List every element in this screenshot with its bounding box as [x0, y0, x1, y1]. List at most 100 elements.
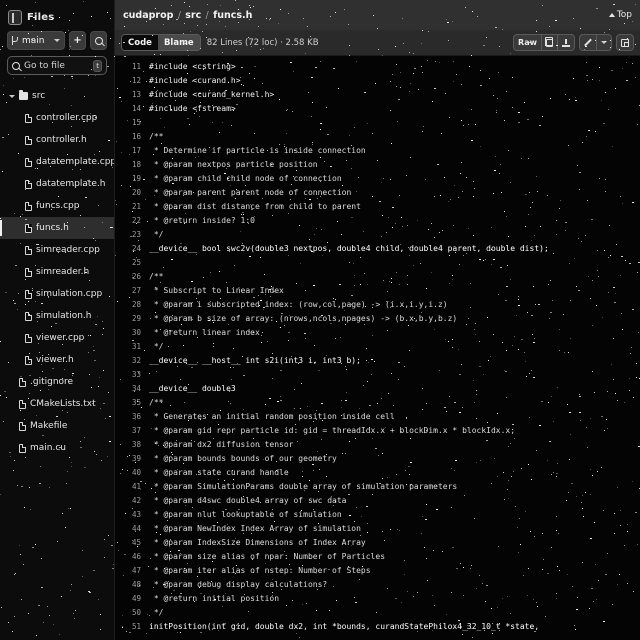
- line-number[interactable]: 40: [115, 466, 149, 480]
- tree-item-src[interactable]: src: [0, 85, 114, 107]
- code-line: 12 #include <curand.h>: [115, 74, 640, 88]
- file-icon: [25, 289, 32, 299]
- line-number[interactable]: 45: [115, 536, 149, 550]
- line-number[interactable]: 22: [115, 214, 149, 228]
- line-number[interactable]: 13: [115, 88, 149, 102]
- edit-menu-button[interactable]: [597, 35, 611, 50]
- edit-button[interactable]: [580, 35, 597, 50]
- chevron-down-icon[interactable]: [8, 94, 15, 98]
- line-content: * @param d4swc double4 array of swc data: [149, 496, 347, 505]
- tab-blame[interactable]: Blame: [157, 35, 200, 50]
- line-number[interactable]: 48: [115, 578, 149, 592]
- line-number[interactable]: 35: [115, 396, 149, 410]
- line-number[interactable]: 14: [115, 102, 149, 116]
- line-number[interactable]: 27: [115, 284, 149, 298]
- line-number[interactable]: 32: [115, 354, 149, 368]
- line-number[interactable]: 43: [115, 508, 149, 522]
- line-number[interactable]: 37: [115, 424, 149, 438]
- tree-item-makefile[interactable]: Makefile: [0, 415, 114, 437]
- tree-item-datatemplate-cpp[interactable]: datatemplate.cpp: [0, 151, 114, 173]
- code-line: 47 * @param iter alias of nstep: Number …: [115, 564, 640, 578]
- line-number[interactable]: 49: [115, 592, 149, 606]
- search-icon: [94, 36, 103, 45]
- tree-item-simulation-h[interactable]: simulation.h: [0, 305, 114, 327]
- tab-code[interactable]: Code: [122, 35, 158, 50]
- line-content: * @param NewIndex Index Array of simulat…: [149, 524, 361, 533]
- tree-item-simreader-h[interactable]: simreader.h: [0, 261, 114, 283]
- expand-button[interactable]: [617, 35, 633, 50]
- line-number[interactable]: 12: [115, 74, 149, 88]
- sidebar-search-button[interactable]: [90, 31, 107, 50]
- download-icon: [562, 38, 570, 47]
- breadcrumb-bar: cudaprop / src / funcs.h Top: [115, 0, 640, 30]
- line-number[interactable]: 25: [115, 256, 149, 270]
- line-number[interactable]: 24: [115, 242, 149, 256]
- tree-item-funcs-cpp[interactable]: funcs.cpp: [0, 195, 114, 217]
- code-line: 25: [115, 256, 640, 270]
- tree-item-label: datatemplate.h: [36, 179, 106, 189]
- breadcrumb-repo[interactable]: cudaprop: [123, 10, 173, 21]
- line-number[interactable]: 23: [115, 228, 149, 242]
- breadcrumb-file[interactable]: funcs.h: [213, 10, 252, 21]
- add-file-button[interactable]: +: [69, 31, 86, 50]
- code-content[interactable]: 11 #include <cstring> 12 #include <curand.h…: [115, 56, 640, 640]
- tree-item-main-cu[interactable]: main.cu: [0, 437, 114, 459]
- line-content: * @param dx2 diffusion tensor: [149, 440, 294, 449]
- line-number[interactable]: 29: [115, 312, 149, 326]
- tree-item-viewer-cpp[interactable]: viewer.cpp: [0, 327, 114, 349]
- tree-item-label: main.cu: [30, 443, 66, 453]
- copy-icon: [544, 37, 553, 47]
- line-number[interactable]: 33: [115, 368, 149, 382]
- tree-item-funcs-h[interactable]: funcs.h: [0, 217, 114, 239]
- line-number[interactable]: 34: [115, 382, 149, 396]
- panel-icon[interactable]: [8, 10, 22, 25]
- code-line: 41 * @param SimulationParams double arra…: [115, 480, 640, 494]
- tree-item--gitignore[interactable]: .gitignore: [0, 371, 114, 393]
- line-content: */: [149, 230, 164, 239]
- tree-item-cmakelists-txt[interactable]: CMakeLists.txt: [0, 393, 114, 415]
- tree-item-simreader-cpp[interactable]: simreader.cpp: [0, 239, 114, 261]
- line-number[interactable]: 51: [115, 620, 149, 634]
- line-number[interactable]: 26: [115, 270, 149, 284]
- line-number[interactable]: 42: [115, 494, 149, 508]
- code-line: 30 * @return linear index: [115, 326, 640, 340]
- line-number[interactable]: 28: [115, 298, 149, 312]
- line-number[interactable]: 44: [115, 522, 149, 536]
- tree-item-datatemplate-h[interactable]: datatemplate.h: [0, 173, 114, 195]
- code-line: 40 * @param state curand handle: [115, 466, 640, 480]
- tree-item-controller-h[interactable]: controller.h: [0, 129, 114, 151]
- tree-item-viewer-h[interactable]: viewer.h: [0, 349, 114, 371]
- line-number[interactable]: 36: [115, 410, 149, 424]
- line-number[interactable]: 11: [115, 60, 149, 74]
- line-number[interactable]: 39: [115, 452, 149, 466]
- line-number[interactable]: 30: [115, 326, 149, 340]
- branch-selector[interactable]: main: [7, 31, 65, 50]
- line-number[interactable]: 18: [115, 158, 149, 172]
- line-number[interactable]: 16: [115, 130, 149, 144]
- code-line: 14 #include <fstream>: [115, 102, 640, 116]
- line-number[interactable]: 46: [115, 550, 149, 564]
- raw-button[interactable]: Raw: [514, 35, 542, 50]
- breadcrumb-folder[interactable]: src: [185, 10, 201, 21]
- breadcrumb: cudaprop / src / funcs.h: [123, 10, 252, 21]
- tree-item-simulation-cpp[interactable]: simulation.cpp: [0, 283, 114, 305]
- line-content: [149, 256, 640, 270]
- line-number[interactable]: 20: [115, 186, 149, 200]
- go-to-file-input[interactable]: Go to file t: [7, 56, 107, 75]
- line-number[interactable]: 41: [115, 480, 149, 494]
- code-line: 33: [115, 368, 640, 382]
- tree-item-controller-cpp[interactable]: controller.cpp: [0, 107, 114, 129]
- line-number[interactable]: 38: [115, 438, 149, 452]
- branch-name: main: [22, 35, 45, 46]
- scroll-to-top-link[interactable]: Top: [608, 10, 632, 20]
- line-number[interactable]: 50: [115, 606, 149, 620]
- line-content: __device__ __host__ int s2i(int3 i, int3…: [149, 356, 361, 365]
- copy-button[interactable]: [542, 35, 558, 50]
- line-number[interactable]: 19: [115, 172, 149, 186]
- line-number[interactable]: 17: [115, 144, 149, 158]
- line-number[interactable]: 47: [115, 564, 149, 578]
- download-button[interactable]: [558, 35, 574, 50]
- line-number[interactable]: 31: [115, 340, 149, 354]
- line-number[interactable]: 21: [115, 200, 149, 214]
- line-number[interactable]: 15: [115, 116, 149, 130]
